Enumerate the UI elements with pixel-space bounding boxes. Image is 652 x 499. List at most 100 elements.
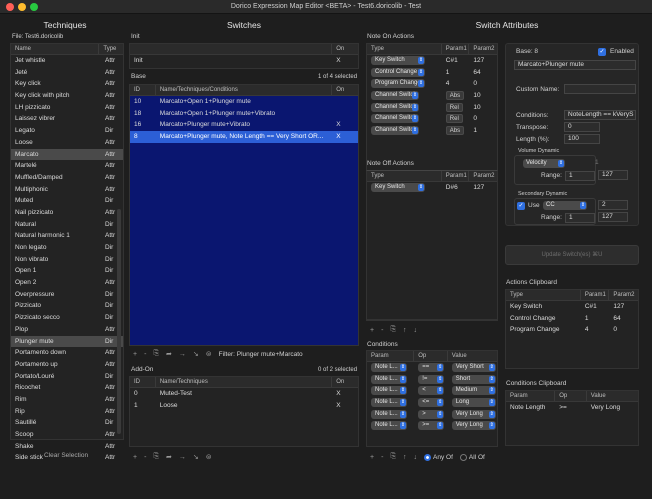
action-type-select[interactable]: Key Switch ⇕ <box>371 56 425 65</box>
note-off-table[interactable]: Type Param1 Param2 Key Switch ⇕ D#6 127 <box>366 170 498 320</box>
technique-row[interactable]: Pizzicato Dir <box>11 300 123 312</box>
move-down-icon[interactable]: ↓ <box>414 327 418 334</box>
paste-icon[interactable]: ➦ <box>166 350 172 358</box>
all-of-radio[interactable]: All Of <box>459 453 485 461</box>
base-switch-row[interactable]: 18 Marcato+Open 1+Plunger mute+Vibrato <box>130 108 358 120</box>
condition-param-select[interactable]: Note L... ⇕ <box>371 421 407 431</box>
minimize-window-button[interactable] <box>18 3 26 11</box>
base-table[interactable]: ID Name/Techniques/Conditions On 10 Marca… <box>129 84 359 346</box>
custom-name-field[interactable] <box>564 84 636 94</box>
action-type-select[interactable]: Program Change ⇕ <box>371 79 425 89</box>
technique-row[interactable]: Key click with pitch Attr <box>11 90 123 102</box>
init-row[interactable]: Init X <box>130 55 358 67</box>
update-switches-button[interactable]: Update Switch(es) ⌘U <box>505 245 639 265</box>
condition-value-select[interactable]: Very Short ⇕ <box>451 363 496 372</box>
channel-mode-button[interactable]: Rel <box>445 102 463 112</box>
technique-row[interactable]: Sautillé Dir <box>11 417 123 429</box>
cc-value-field[interactable]: 2 <box>598 200 628 210</box>
any-of-radio[interactable]: Any Of <box>424 453 453 461</box>
condition-param-select[interactable]: Note L... ⇕ <box>371 363 407 372</box>
vol-range-high[interactable]: 127 <box>598 170 628 180</box>
channel-mode-button[interactable]: Abs <box>445 126 465 136</box>
condition-op-select[interactable]: < ⇕ <box>418 386 445 396</box>
sec-range-high[interactable]: 127 <box>598 212 628 222</box>
enabled-checkbox[interactable]: ✓ <box>598 48 606 56</box>
action-row[interactable]: Control Change ⇕ 1 64 <box>367 67 497 79</box>
actions-clipboard-table[interactable]: Type Param1 Param2 Key Switch C#1 127 Contr… <box>505 289 639 369</box>
add-icon[interactable]: + <box>133 454 137 461</box>
filter-icon[interactable]: ⊜ <box>206 453 212 461</box>
copy-icon[interactable]: ⎘ <box>153 453 159 461</box>
action-type-select[interactable]: Channel Switch ⇕ <box>371 91 419 101</box>
condition-param-select[interactable]: Note L... ⇕ <box>371 374 407 384</box>
base-switch-row[interactable]: 8 Marcato+Plunger mute, Note Length == Ve… <box>130 131 358 143</box>
condition-param-select[interactable]: Note L... ⇕ <box>371 386 407 396</box>
conditions-table[interactable]: Param Op Value Note L... ⇕ == ⇕ Very Short ⇕ N… <box>366 350 498 447</box>
action-type-select[interactable]: Key Switch ⇕ <box>371 183 425 192</box>
technique-row[interactable]: Loose Attr <box>11 137 123 149</box>
base-switch-row[interactable]: 10 Marcato+Open 1+Plunger mute <box>130 96 358 108</box>
move-up-icon[interactable]: ↑ <box>403 327 407 334</box>
technique-row[interactable]: Legato Dir <box>11 125 123 137</box>
techniques-list[interactable]: Name Type Jet whistle Attr Jeté Attr Key cli… <box>10 43 124 461</box>
technique-row[interactable]: Non vibrato Dir <box>11 254 123 266</box>
arrow-down-right-icon[interactable]: ↘ <box>193 350 199 358</box>
condition-value-select[interactable]: Very Long ⇕ <box>451 421 496 431</box>
action-type-select[interactable]: Channel Switch ⇕ <box>371 102 419 112</box>
clear-selection-button[interactable]: Clear Selection <box>44 452 88 459</box>
technique-row[interactable]: Portamento down Attr <box>11 347 123 359</box>
technique-row[interactable]: Muffled/Damped Attr <box>11 172 123 184</box>
condition-value-select[interactable]: Medium ⇕ <box>451 386 496 396</box>
conditions-clipboard-row[interactable]: Note Length >= Very Long <box>506 402 638 414</box>
action-row[interactable]: Channel Switch ⇕ Rel 10 <box>367 102 497 114</box>
technique-row[interactable]: Shake Attr <box>11 441 123 453</box>
addon-row[interactable]: 1 Loose X <box>130 400 358 412</box>
zoom-window-button[interactable] <box>30 3 38 11</box>
technique-row[interactable]: Scoop Attr <box>11 429 123 441</box>
remove-icon[interactable]: - <box>144 454 146 461</box>
add-icon[interactable]: + <box>133 351 137 358</box>
channel-mode-button[interactable]: Abs <box>445 91 465 101</box>
base-switch-row[interactable]: 16 Marcato+Plunger mute+Vibrato X <box>130 119 358 131</box>
switch-name-field[interactable]: Marcato+Plunger mute <box>514 60 636 70</box>
condition-row[interactable]: Note L... ⇕ <= ⇕ Long ⇕ <box>367 397 497 409</box>
technique-row[interactable]: Marcato Attr <box>11 148 123 161</box>
condition-op-select[interactable]: != ⇕ <box>418 374 445 384</box>
condition-row[interactable]: Note L... ⇕ < ⇕ Medium ⇕ <box>367 385 497 397</box>
copy-icon[interactable]: ⎘ <box>390 326 396 334</box>
technique-row[interactable]: Plop Attr <box>11 324 123 336</box>
conditions-clipboard-table[interactable]: Param Op Value Note Length >= Very Long <box>505 390 639 446</box>
condition-op-select[interactable]: == ⇕ <box>418 363 445 372</box>
close-window-button[interactable] <box>6 3 14 11</box>
arrow-right-icon[interactable]: → <box>179 351 186 358</box>
cc-select[interactable]: CC ⇕ <box>543 201 587 210</box>
technique-row[interactable]: Portato/Louré Dir <box>11 371 123 383</box>
copy-icon[interactable]: ⎘ <box>153 350 159 358</box>
action-row[interactable]: Key Switch ⇕ D#6 127 <box>367 182 497 194</box>
filter-icon[interactable]: ⊜ <box>206 350 212 358</box>
init-table[interactable]: On Init X <box>129 43 359 69</box>
technique-row[interactable]: Natural Dir <box>11 219 123 231</box>
technique-row[interactable]: Natural harmonic 1 Attr <box>11 230 123 242</box>
condition-row[interactable]: Note L... ⇕ == ⇕ Very Short ⇕ <box>367 362 497 374</box>
condition-row[interactable]: Note L... ⇕ != ⇕ Short ⇕ <box>367 374 497 386</box>
copy-icon[interactable]: ⎘ <box>390 453 396 461</box>
transpose-field[interactable]: 0 <box>564 122 600 132</box>
technique-row[interactable]: Ricochet Attr <box>11 382 123 394</box>
move-up-icon[interactable]: ↑ <box>403 454 407 461</box>
condition-op-select[interactable]: >= ⇕ <box>418 421 445 431</box>
technique-row[interactable]: Pizzicato secco Dir <box>11 312 123 324</box>
add-icon[interactable]: + <box>370 327 374 334</box>
technique-row[interactable]: LH pizzicato Attr <box>11 102 123 114</box>
action-row[interactable]: Program Change ⇕ 4 0 <box>367 78 497 90</box>
velocity-select[interactable]: Velocity ⇕ <box>523 159 565 168</box>
length-field[interactable]: 100 <box>564 134 600 144</box>
condition-param-select[interactable]: Note L... ⇕ <box>371 398 407 408</box>
action-row[interactable]: Key Switch ⇕ C#1 127 <box>367 55 497 67</box>
technique-row[interactable]: Plunger mute Dir <box>11 335 123 348</box>
condition-row[interactable]: Note L... ⇕ >= ⇕ Very Long ⇕ <box>367 420 497 432</box>
condition-op-select[interactable]: <= ⇕ <box>418 398 445 408</box>
use-checkbox[interactable]: ✓ <box>517 202 525 210</box>
technique-row[interactable]: Open 2 Attr <box>11 277 123 289</box>
technique-row[interactable]: Jet whistle Attr <box>11 55 123 67</box>
